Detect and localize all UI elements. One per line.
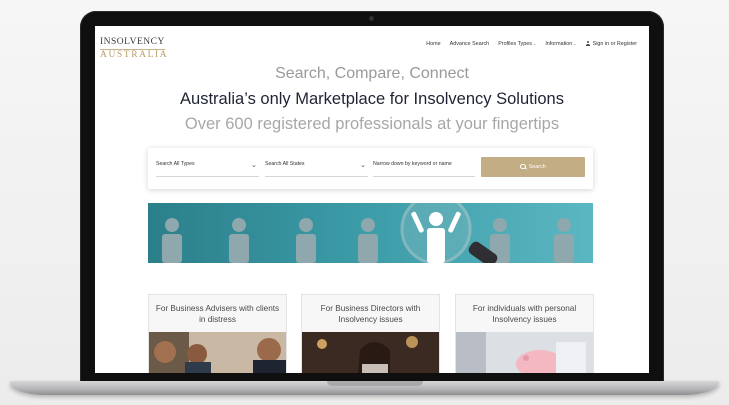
chevron-down-icon: ⌄ — [573, 41, 577, 46]
camera-icon — [369, 16, 374, 21]
state-select[interactable]: Search All States ⌄ — [265, 158, 368, 177]
website-screen: INSOLVENCY AUSTRALIA Home Advance Search… — [95, 26, 649, 373]
nav-advance-search[interactable]: Advance Search — [450, 41, 490, 47]
individuals-photo — [456, 332, 593, 373]
site-logo[interactable]: INSOLVENCY AUSTRALIA — [100, 32, 168, 60]
advisers-photo — [149, 332, 286, 373]
nav-sign-in-label: Sign in or Register — [592, 41, 637, 47]
audience-card-advisers[interactable]: For Business Advisers with clients in di… — [148, 294, 287, 373]
people-illustration — [162, 203, 574, 263]
hero-headline: Australia’s only Marketplace for Insolve… — [180, 90, 564, 108]
people-figures — [162, 218, 574, 263]
chevron-down-icon: ⌄ — [251, 162, 257, 169]
search-button[interactable]: Search — [481, 157, 585, 177]
nav-home[interactable]: Home — [426, 41, 440, 47]
nav-sign-in[interactable]: Sign in or Register — [586, 41, 637, 47]
laptop-base — [10, 381, 719, 395]
audience-card-directors[interactable]: For Business Directors with Insolvency i… — [301, 294, 440, 373]
chevron-down-icon: ⌄ — [532, 41, 537, 46]
hero-banner-image — [148, 203, 593, 263]
state-select-value: Search All States — [265, 161, 305, 167]
audience-card-individuals[interactable]: For individuals with personal Insolvency… — [455, 294, 594, 373]
card-title: For individuals with personal Insolvency… — [456, 295, 593, 332]
search-panel: Search All Types ⌄ Search All States ⌄ N… — [148, 148, 593, 189]
hero-subheadline: Over 600 registered professionals at you… — [184, 115, 560, 133]
nav-information[interactable]: Information⌄ — [545, 41, 576, 47]
directors-photo — [302, 332, 439, 373]
logo-line2: AUSTRALIA — [100, 49, 169, 60]
laptop-notch — [327, 381, 423, 386]
type-select[interactable]: Search All Types ⌄ — [156, 158, 259, 177]
main-nav: Home Advance Search Profiles Types⌄ Info… — [426, 41, 637, 47]
search-icon — [520, 163, 526, 169]
hero-tagline: Search, Compare, Connect — [275, 65, 469, 82]
card-title: For Business Advisers with clients in di… — [149, 295, 286, 332]
chevron-down-icon: ⌄ — [360, 162, 366, 169]
user-icon — [586, 41, 591, 47]
type-select-value: Search All Types — [156, 161, 195, 167]
nav-profiles-types-label: Profiles Types — [498, 41, 532, 47]
background: INSOLVENCY AUSTRALIA Home Advance Search… — [0, 0, 729, 405]
nav-information-label: Information — [545, 41, 573, 47]
nav-profiles-types[interactable]: Profiles Types⌄ — [498, 41, 536, 47]
keyword-input[interactable]: Narrow down by keyword or name — [373, 158, 475, 177]
search-button-label: Search — [528, 164, 546, 170]
keyword-input-placeholder: Narrow down by keyword or name — [373, 161, 452, 167]
logo-line1: INSOLVENCY — [100, 37, 165, 50]
card-title: For Business Directors with Insolvency i… — [302, 295, 439, 332]
